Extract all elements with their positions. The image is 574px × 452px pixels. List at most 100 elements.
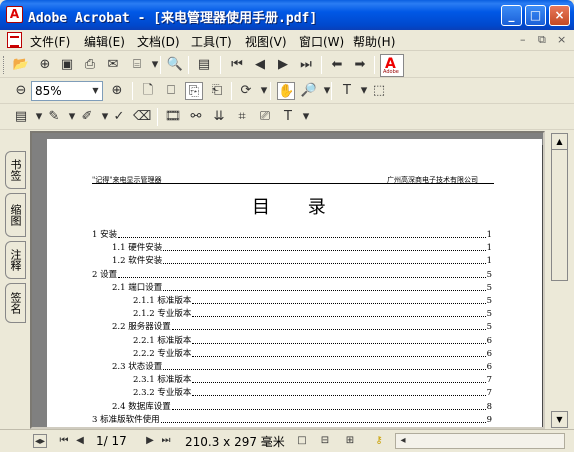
tab-bookmarks[interactable]: 书签 bbox=[5, 151, 26, 189]
toolbar-separator bbox=[270, 82, 271, 100]
status-previous-page-icon[interactable]: ◀ bbox=[73, 434, 87, 448]
movie-tool-icon[interactable]: 🎞 bbox=[164, 108, 182, 126]
status-first-page-icon[interactable]: ⏮ bbox=[57, 434, 71, 448]
toc-entry[interactable]: 2.2 服务器设置 5 bbox=[112, 322, 492, 334]
touchup-text-dropdown-icon[interactable]: ▾ bbox=[297, 108, 315, 126]
continuous-icon[interactable]: ⊟ bbox=[318, 434, 332, 448]
zoom-field[interactable]: 85% ▼ bbox=[31, 81, 103, 101]
fit-visible-icon[interactable]: ⎗ bbox=[208, 82, 226, 100]
scroll-up-icon[interactable]: ▲ bbox=[551, 133, 568, 150]
horizontal-scrollbar[interactable]: ◂ bbox=[395, 433, 565, 449]
scan-icon[interactable]: ⌸ bbox=[128, 56, 146, 74]
menu-tools[interactable]: 工具(T) bbox=[191, 33, 232, 50]
toc-leader-dots bbox=[163, 283, 486, 291]
article-tool-icon[interactable]: ⇊ bbox=[210, 108, 228, 126]
adobe-logo[interactable]: A Adobe bbox=[380, 54, 404, 77]
fit-page-icon[interactable]: ⎕ bbox=[162, 82, 180, 100]
go-back-icon[interactable]: ⬅ bbox=[328, 56, 346, 74]
scroll-down-icon[interactable]: ▼ bbox=[551, 411, 568, 428]
zoom-out-icon[interactable]: ⊖ bbox=[12, 82, 30, 100]
scroll-left-icon[interactable]: ◂ bbox=[396, 434, 410, 448]
menu-edit[interactable]: 编辑(E) bbox=[84, 33, 125, 50]
crop-tool-icon[interactable]: ⌗ bbox=[233, 108, 251, 126]
doc-restore-button[interactable]: ⧉ bbox=[538, 33, 546, 47]
toc-entry-label: 3 标准版软件使用 bbox=[92, 414, 160, 426]
spell-check-icon[interactable]: ✓ bbox=[110, 108, 128, 126]
zoom-tool-dropdown-icon[interactable]: ▾ bbox=[318, 82, 336, 100]
link-tool-icon[interactable]: ⚯ bbox=[187, 108, 205, 126]
open-icon[interactable]: 📂 bbox=[12, 56, 30, 74]
security-key-icon[interactable]: ⚷ bbox=[372, 434, 386, 448]
toc-entry[interactable]: 2.4 数据库设置 8 bbox=[112, 401, 492, 413]
pdf-page[interactable]: "记得"来电显示管理器 广州高深商电子技术有限公司 目 录 1 安装 1 1.1 硬… bbox=[47, 139, 542, 427]
toc-entry[interactable]: 2.1.2 专业版本 5 bbox=[133, 309, 492, 321]
scan-dropdown-icon[interactable]: ▾ bbox=[146, 56, 164, 74]
web-open-icon[interactable]: ⊕ bbox=[36, 56, 54, 74]
rotate-view-icon[interactable]: ⟳ bbox=[237, 82, 255, 100]
form-tool-icon[interactable]: ⎚ bbox=[256, 108, 274, 126]
doc-close-button[interactable]: × bbox=[557, 33, 566, 46]
document-icon[interactable] bbox=[7, 32, 22, 48]
acrobat-app-icon[interactable]: A bbox=[6, 6, 23, 23]
last-page-icon[interactable]: ⏭ bbox=[297, 56, 315, 74]
maximize-button[interactable]: □ bbox=[525, 5, 546, 26]
pencil-tool-icon[interactable]: ✎ bbox=[45, 108, 63, 126]
go-forward-icon[interactable]: ➡ bbox=[351, 56, 369, 74]
previous-page-icon[interactable]: ◀ bbox=[251, 56, 269, 74]
toc-entry[interactable]: 3 标准版软件使用 9 bbox=[92, 414, 492, 426]
note-tool-icon[interactable]: ▤ bbox=[12, 108, 30, 126]
text-select-icon[interactable]: T bbox=[338, 82, 356, 100]
toc-entry[interactable]: 2.3.2 专业版本 7 bbox=[133, 388, 492, 400]
toc-entry[interactable]: 2.2.2 专业版本 6 bbox=[133, 348, 492, 360]
highlight-tool-icon[interactable]: ✐ bbox=[78, 108, 96, 126]
menu-window[interactable]: 窗口(W) bbox=[299, 33, 344, 50]
toc-entry[interactable]: 1.1 硬件安装 1 bbox=[112, 243, 492, 255]
doc-minimize-button[interactable]: – bbox=[520, 33, 526, 46]
document-pane[interactable]: "记得"来电显示管理器 广州高深商电子技术有限公司 目 录 1 安装 1 1.1 硬… bbox=[30, 131, 545, 429]
next-page-icon[interactable]: ▶ bbox=[274, 56, 292, 74]
find-icon[interactable]: 🔍 bbox=[166, 56, 184, 74]
save-icon[interactable]: ▣ bbox=[58, 56, 76, 74]
toc-entry[interactable]: 2.1.1 标准版本 5 bbox=[133, 296, 492, 307]
toc-entry[interactable]: 2.1 端口设置 5 bbox=[112, 282, 492, 294]
first-page-icon[interactable]: ⏮ bbox=[228, 56, 246, 74]
toc-entry[interactable]: 2.3 状态设置 6 bbox=[112, 362, 492, 373]
zoom-tool-icon[interactable]: 🔎 bbox=[300, 82, 318, 100]
page-number-field[interactable]: 1/ 17 bbox=[88, 432, 138, 450]
toc-entry[interactable]: 1.2 软件安装 1 bbox=[112, 256, 492, 268]
hand-tool-icon[interactable]: ✋ bbox=[277, 82, 295, 100]
print-icon[interactable]: ⎙ bbox=[81, 56, 99, 74]
scroll-thumb[interactable] bbox=[551, 149, 568, 281]
toolbar-grip[interactable] bbox=[3, 56, 6, 74]
toc-entry[interactable]: 2 设置 5 bbox=[92, 269, 492, 281]
single-page-icon[interactable]: □ bbox=[295, 434, 309, 448]
status-next-page-icon[interactable]: ▶ bbox=[143, 434, 157, 448]
continuous-facing-icon[interactable]: ⊞ bbox=[343, 434, 357, 448]
tab-comments[interactable]: 注释 bbox=[5, 241, 26, 279]
status-bar: ◂▸ ⏮ ◀ 1/ 17 ▶ ⏭ 210.3 x 297 毫米 □ ⊟ ⊞ ⚷ … bbox=[0, 429, 574, 452]
zoom-dropdown-icon[interactable]: ▼ bbox=[89, 82, 102, 100]
toc-entry-page: 6 bbox=[486, 348, 492, 360]
graphics-select-icon[interactable]: ⬚ bbox=[370, 82, 388, 100]
tab-signatures[interactable]: 签名 bbox=[5, 283, 26, 323]
actual-size-icon[interactable]: 🗋 bbox=[139, 82, 157, 100]
email-icon[interactable]: ✉ bbox=[104, 56, 122, 74]
menu-file[interactable]: 文件(F) bbox=[30, 33, 70, 50]
navigation-pane-icon[interactable]: ▤ bbox=[195, 56, 213, 74]
status-last-page-icon[interactable]: ⏭ bbox=[159, 434, 173, 448]
menu-document[interactable]: 文档(D) bbox=[137, 33, 180, 50]
touchup-text-icon[interactable]: T bbox=[279, 108, 297, 126]
toc-entry[interactable]: 1 安装 1 bbox=[92, 230, 492, 241]
menu-view[interactable]: 视图(V) bbox=[245, 33, 287, 50]
tab-thumbnails[interactable]: 缩图 bbox=[5, 193, 26, 237]
toc-entry[interactable]: 2.2.1 标准版本 6 bbox=[133, 335, 492, 347]
toc-entry[interactable]: 2.3.1 标准版本 7 bbox=[133, 375, 492, 387]
nav-pane-toggle-icon[interactable]: ◂▸ bbox=[33, 434, 47, 448]
vertical-scrollbar[interactable]: ▲ ▼ bbox=[546, 131, 574, 429]
zoom-in-icon[interactable]: ⊕ bbox=[108, 82, 126, 100]
close-button[interactable]: × bbox=[549, 5, 570, 26]
fit-width-icon[interactable]: ⎘ bbox=[185, 82, 203, 100]
touchup-tool-icon[interactable]: ⌫ bbox=[133, 108, 151, 126]
menu-help[interactable]: 帮助(H) bbox=[353, 33, 395, 50]
minimize-button[interactable]: _ bbox=[501, 5, 522, 26]
